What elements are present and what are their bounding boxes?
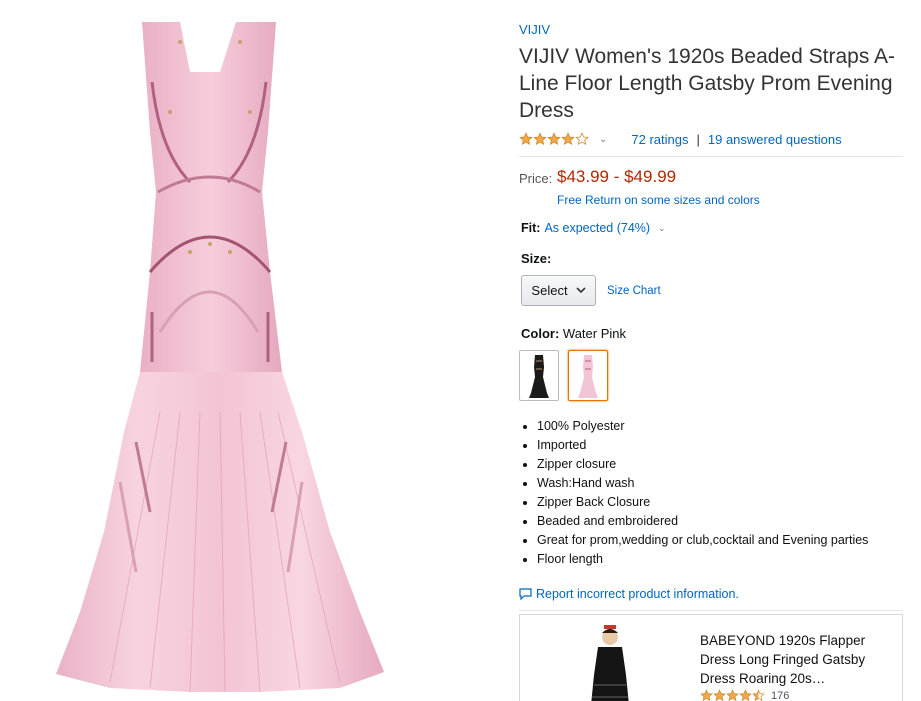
ad-rating[interactable]: 176	[700, 689, 789, 701]
color-swatch-water-pink[interactable]	[568, 350, 608, 401]
list-item: Zipper Back Closure	[537, 493, 903, 512]
star-icon	[547, 132, 561, 146]
product-main-image[interactable]	[40, 12, 420, 692]
size-row: Select Size Chart	[521, 275, 903, 306]
answered-questions-link[interactable]: 19 answered questions	[708, 132, 842, 147]
brand-link[interactable]: VIJIV	[519, 22, 550, 37]
price-label: Price:	[519, 171, 553, 186]
chevron-down-icon[interactable]: ⌄	[599, 134, 607, 145]
color-swatches	[519, 350, 903, 401]
product-details: VIJIV VIJIV Women's 1920s Beaded Straps …	[519, 20, 903, 611]
color-label: Color:	[521, 326, 560, 341]
list-item: Floor length	[537, 550, 903, 569]
rating-row: ⌄ 72 ratings | 19 answered questions	[519, 130, 903, 148]
list-item: 100% Polyester	[537, 417, 903, 436]
size-select-dropdown[interactable]: Select	[521, 275, 596, 306]
divider	[519, 156, 903, 157]
size-label: Size:	[521, 251, 552, 266]
star-icon	[533, 132, 547, 146]
report-label: Report incorrect product information.	[536, 587, 739, 601]
chevron-down-icon[interactable]: ⌄	[658, 223, 666, 234]
star-icon	[739, 689, 752, 701]
color-swatch-black[interactable]	[519, 350, 559, 401]
price-block: Price: $43.99 - $49.99 Free Return on so…	[519, 167, 903, 207]
ratings-count-link[interactable]: 72 ratings	[631, 132, 688, 147]
ad-product-title[interactable]: BABEYOND 1920s Flapper Dress Long Fringe…	[700, 631, 890, 688]
fit-value-link[interactable]: As expected (74%)	[544, 221, 650, 235]
color-value: Water Pink	[562, 326, 626, 341]
star-icon	[561, 132, 575, 146]
sponsored-product-card[interactable]: BABEYOND 1920s Flapper Dress Long Fringe…	[519, 614, 903, 701]
star-icon	[726, 689, 739, 701]
ad-product-image[interactable]	[580, 625, 640, 701]
size-chart-link[interactable]: Size Chart	[607, 285, 661, 297]
chevron-down-icon	[575, 285, 586, 297]
color-row: Color: Water Pink	[521, 326, 903, 341]
fit-row: Fit: As expected (74%) ⌄	[519, 221, 903, 235]
pink-dress-thumbnail	[578, 354, 598, 398]
divider	[519, 610, 903, 611]
star-rating[interactable]	[519, 132, 589, 146]
star-icon	[700, 689, 713, 701]
black-dress-thumbnail	[529, 354, 549, 398]
feature-bullets: 100% Polyester Imported Zipper closure W…	[519, 417, 903, 569]
fit-label: Fit:	[521, 221, 541, 235]
size-select-label: Select	[531, 283, 568, 298]
star-rating	[700, 689, 765, 701]
product-title: VIJIV Women's 1920s Beaded Straps A-Line…	[519, 45, 895, 122]
separator: |	[696, 131, 700, 147]
star-icon	[713, 689, 726, 701]
list-item: Zipper closure	[537, 455, 903, 474]
star-icon	[752, 689, 765, 701]
report-link[interactable]: Report incorrect product information.	[519, 587, 903, 601]
price-value: $43.99 - $49.99	[557, 167, 677, 186]
pink-gown-image	[56, 22, 384, 692]
black-flapper-dress-image	[591, 625, 629, 701]
list-item: Great for prom,wedding or club,cocktail …	[537, 531, 903, 550]
list-item: Imported	[537, 436, 903, 455]
star-icon	[575, 132, 589, 146]
ad-rating-count: 176	[771, 689, 790, 701]
list-item: Wash:Hand wash	[537, 474, 903, 493]
star-icon	[519, 132, 533, 146]
list-item: Beaded and embroidered	[537, 512, 903, 531]
free-return-link[interactable]: Free Return on some sizes and colors	[557, 193, 760, 207]
message-icon	[519, 588, 532, 600]
